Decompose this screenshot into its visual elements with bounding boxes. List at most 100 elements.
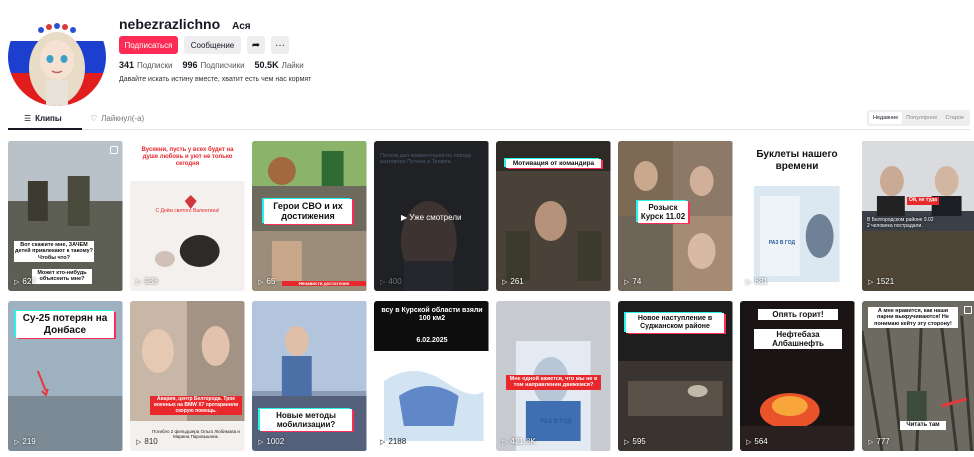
active-tab-indicator [8, 128, 82, 130]
video-caption-secondary: В Белгородском районе 9.02 2 человека по… [867, 217, 934, 229]
more-icon: ··· [275, 39, 285, 51]
play-icon: ▷ [746, 438, 752, 446]
video-caption: Мотивация от командира [506, 159, 601, 169]
view-count: ▷ 400 [380, 277, 402, 286]
video-caption: Авария, центр Белгорода. Трое военных на… [150, 396, 242, 416]
view-count: ▷ 777 [868, 437, 890, 446]
username: nebezrazlichno [119, 16, 221, 32]
video-card[interactable]: Вот скажите мне, ЗАЧЕМ детей привлекают … [8, 141, 123, 291]
play-icon: ▷ [746, 278, 752, 286]
video-caption: А мне нравится, как наши парни выкручива… [868, 307, 958, 328]
video-caption: Новое наступление в Суджанском районе [626, 313, 724, 334]
view-count: ▷ 261 [502, 277, 524, 286]
video-caption-secondary: Читать там [900, 421, 946, 430]
video-caption: Опять горит! [758, 309, 838, 321]
lock-icon: ♡ [90, 114, 98, 123]
nickname: Ася [232, 21, 251, 32]
play-icon: ▷ [624, 278, 630, 286]
profile-tabs: ☰ Клипы ♡ Лайкнул(-а) Недавние Популярно… [8, 110, 970, 130]
multi-image-icon [963, 306, 972, 314]
view-count: ▷ 1002 [258, 437, 285, 446]
sort-selector: Недавние Популярное Старое [867, 110, 970, 126]
view-count: ▷ 595 [624, 437, 646, 446]
video-caption: всу в Курской области взяли 100 км2 [381, 307, 483, 323]
play-icon: ▷ [136, 278, 142, 286]
video-caption-secondary: С Днём святого Валентина! [155, 208, 220, 214]
video-caption: Новые методы мобилизации? [260, 409, 352, 432]
video-card[interactable]: Новые методы мобилизации? ▷ 1002 [252, 301, 367, 451]
play-icon: ▷ [380, 438, 386, 446]
play-icon: ▷ [14, 438, 20, 446]
view-count: ▷ 933 [136, 277, 158, 286]
more-button[interactable]: ··· [271, 36, 289, 54]
video-caption-secondary: Ненависти достаточно [282, 281, 366, 287]
video-grid: Вот скажите мне, ЗАЧЕМ детей привлекают … [8, 141, 974, 451]
followers-stat[interactable]: 996 Подписчики [183, 60, 245, 70]
view-count: ▷ 564 [746, 437, 768, 446]
video-card[interactable]: Авария, центр Белгорода. Трое военных на… [130, 301, 245, 451]
play-icon: ▷ [868, 438, 874, 446]
video-caption-secondary: Нефтебаза Албашнефть [754, 329, 842, 350]
video-card[interactable]: Новое наступление в Суджанском районе ▷ 5… [618, 301, 733, 451]
video-card[interactable]: всу в Курской области взяли 100 км2 6.02… [374, 301, 489, 451]
grid-icon: ☰ [24, 114, 32, 123]
video-card[interactable]: Буклеты нашего времени РАЗ В ГОД ▷ 681 [740, 141, 855, 291]
following-stat[interactable]: 341 Подписки [119, 60, 173, 70]
video-card[interactable]: Су-25 потерян на Донбасе ▷ 219 [8, 301, 123, 451]
avatar[interactable] [8, 8, 106, 106]
message-button[interactable]: Сообщение [184, 36, 241, 54]
tab-liked[interactable]: ♡ Лайкнул(-а) [90, 114, 144, 123]
video-card[interactable]: Ой, не туда В Белгородском районе 9.02 2… [862, 141, 974, 291]
video-card[interactable]: А мне нравится, как наши парни выкручива… [862, 301, 974, 451]
video-caption: Ой, не туда [907, 197, 939, 205]
view-count: ▷ 627 [14, 277, 36, 286]
video-caption: Герои СВО и их достижения [264, 199, 352, 224]
video-card[interactable]: Розыск Курск 11.02 ▷ 74 [618, 141, 733, 291]
play-icon: ▷ [624, 438, 630, 446]
video-card[interactable]: Мне одной кажется, что мы не в том напра… [496, 301, 611, 451]
video-caption: Вусякни, пусть у всех будет на душе любо… [141, 147, 234, 167]
view-count: ▷ 219 [14, 437, 36, 446]
view-count: ▷ 810 [136, 437, 158, 446]
view-count: ▷ 65 [258, 277, 276, 286]
video-card[interactable]: Мотивация от командира ▷ 261 [496, 141, 611, 291]
video-caption: Су-25 потерян на Донбасе [16, 311, 114, 338]
already-watched-label: ▶ Уже смотрели [401, 213, 462, 222]
sort-oldest[interactable]: Старое [941, 112, 968, 124]
view-count: ▷ 1521 [868, 277, 895, 286]
bio: Давайте искать истину вместе, хватит ест… [119, 76, 312, 83]
play-icon: ▷ [258, 278, 264, 286]
play-icon: ▷ [502, 438, 508, 446]
view-count: ▷ 74 [624, 277, 642, 286]
sort-recent[interactable]: Недавние [869, 112, 903, 124]
video-card[interactable]: Вусякни, пусть у всех будет на душе любо… [130, 141, 245, 291]
sort-popular[interactable]: Популярное [902, 112, 941, 124]
video-caption-secondary: РАЗ В ГОД [768, 240, 796, 246]
view-count: ▷ 681 [746, 277, 768, 286]
video-caption: Вот скажите мне, ЗАЧЕМ детей привлекают … [14, 241, 94, 262]
follow-button[interactable]: Подписаться [119, 36, 178, 54]
share-button[interactable]: ➦ [247, 36, 265, 54]
profile-page: nebezrazlichno Ася Подписаться Сообщение… [0, 0, 974, 457]
tab-clips[interactable]: ☰ Клипы [24, 114, 62, 123]
video-caption-secondary: Погибло 2 фельдшера Ольга Любимова и Мар… [152, 429, 240, 440]
video-caption-secondary: 6.02.2025 [416, 337, 448, 344]
name-row: nebezrazlichno Ася [119, 16, 251, 32]
play-icon: ▷ [14, 278, 20, 286]
video-caption-secondary: РАЗ В ГОД [540, 419, 572, 425]
view-count: ▷ 2188 [380, 437, 407, 446]
video-card[interactable]: Песков дал комментарии по поводу разгово… [374, 141, 489, 291]
multi-image-icon [109, 146, 118, 154]
stats-row: 341 Подписки 996 Подписчики 50.5K Лайки [119, 60, 304, 70]
play-icon: ▷ [258, 438, 264, 446]
view-count: ▷ 421.8K [502, 437, 536, 446]
video-caption-secondary: Может кто-нибудь объяснить мне? [32, 269, 92, 284]
video-card[interactable]: Опять горит! Нефтебаза Албашнефть ▷ 564 [740, 301, 855, 451]
video-caption: Песков дал комментарии по поводу разгово… [380, 153, 472, 166]
play-icon: ▷ [136, 438, 142, 446]
likes-stat: 50.5K Лайки [254, 60, 304, 70]
video-caption: Буклеты нашего времени [756, 149, 838, 172]
play-icon: ▷ [868, 278, 874, 286]
video-card[interactable]: Герои СВО и их достижения Ненависти дост… [252, 141, 367, 291]
play-icon: ▷ [502, 278, 508, 286]
